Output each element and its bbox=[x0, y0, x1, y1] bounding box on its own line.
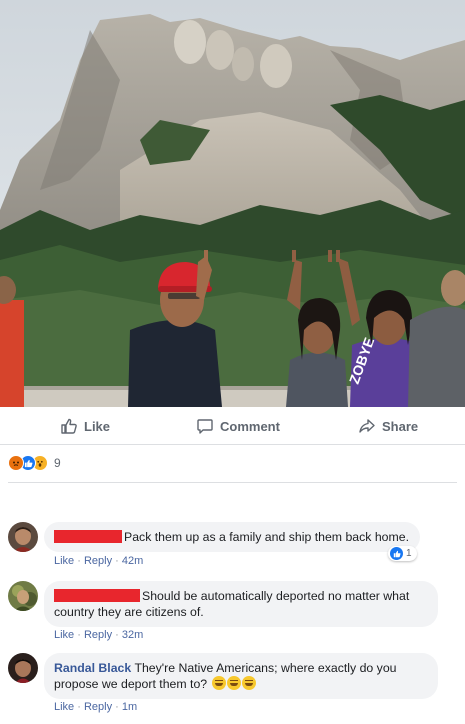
comment-icon bbox=[196, 417, 214, 435]
share-button-label: Share bbox=[382, 418, 419, 434]
avatar[interactable] bbox=[8, 522, 38, 552]
comment-meta: Like · Reply · 42m bbox=[54, 555, 144, 567]
avatar[interactable] bbox=[8, 581, 38, 611]
post-action-bar: Like Comment Share bbox=[0, 407, 465, 445]
comment-timestamp[interactable]: 1m bbox=[122, 701, 137, 713]
reactions-count: 9 bbox=[54, 456, 61, 470]
comments-divider bbox=[8, 482, 457, 483]
grinning-sweat-emoji-icon bbox=[241, 676, 256, 690]
share-button[interactable]: Share bbox=[358, 417, 418, 435]
comment-reply-link[interactable]: Reply bbox=[84, 629, 112, 641]
post-photo[interactable]: ZOBYE bbox=[0, 0, 465, 407]
redacted-author-name bbox=[54, 589, 140, 602]
comment-bubble: Should be automatically deported no matt… bbox=[44, 581, 438, 627]
grinning-sweat-emoji-icon bbox=[211, 676, 226, 690]
like-reaction-icon bbox=[390, 547, 403, 560]
comment-reply-link[interactable]: Reply bbox=[84, 701, 112, 713]
comment-button[interactable]: Comment bbox=[196, 417, 280, 435]
comment-like-link[interactable]: Like bbox=[54, 701, 74, 713]
thumbs-up-icon bbox=[60, 417, 78, 435]
like-button-label: Like bbox=[84, 418, 111, 434]
comment-button-label: Comment bbox=[220, 418, 280, 434]
comment-text: Pack them up as a family and ship them b… bbox=[124, 530, 410, 544]
comment-like-count-value: 1 bbox=[406, 548, 412, 559]
comment-timestamp[interactable]: 32m bbox=[122, 629, 143, 641]
like-button[interactable]: Like bbox=[60, 417, 110, 435]
comment-author[interactable]: Randal Black bbox=[54, 661, 131, 675]
angry-icon bbox=[8, 455, 24, 471]
comment-like-count[interactable]: 1 bbox=[388, 546, 417, 561]
grinning-sweat-emoji-icon bbox=[226, 676, 241, 690]
comment-reply-link[interactable]: Reply bbox=[84, 555, 112, 567]
avatar[interactable] bbox=[8, 653, 38, 683]
comment-like-link[interactable]: Like bbox=[54, 555, 74, 567]
comment-bubble: Pack them up as a family and ship them b… bbox=[44, 522, 420, 552]
comment-like-link[interactable]: Like bbox=[54, 629, 74, 641]
share-arrow-icon bbox=[358, 417, 376, 435]
comment-meta: Like · Reply · 1m bbox=[54, 701, 138, 713]
reactions-summary[interactable]: 9 bbox=[8, 453, 61, 473]
comment-meta: Like · Reply · 32m bbox=[54, 629, 144, 641]
redacted-author-name bbox=[54, 530, 122, 543]
comment-bubble: Randal Black They're Native Americans; w… bbox=[44, 653, 438, 699]
mount-rushmore-photo: ZOBYE bbox=[0, 0, 465, 407]
comment-timestamp[interactable]: 42m bbox=[122, 555, 143, 567]
